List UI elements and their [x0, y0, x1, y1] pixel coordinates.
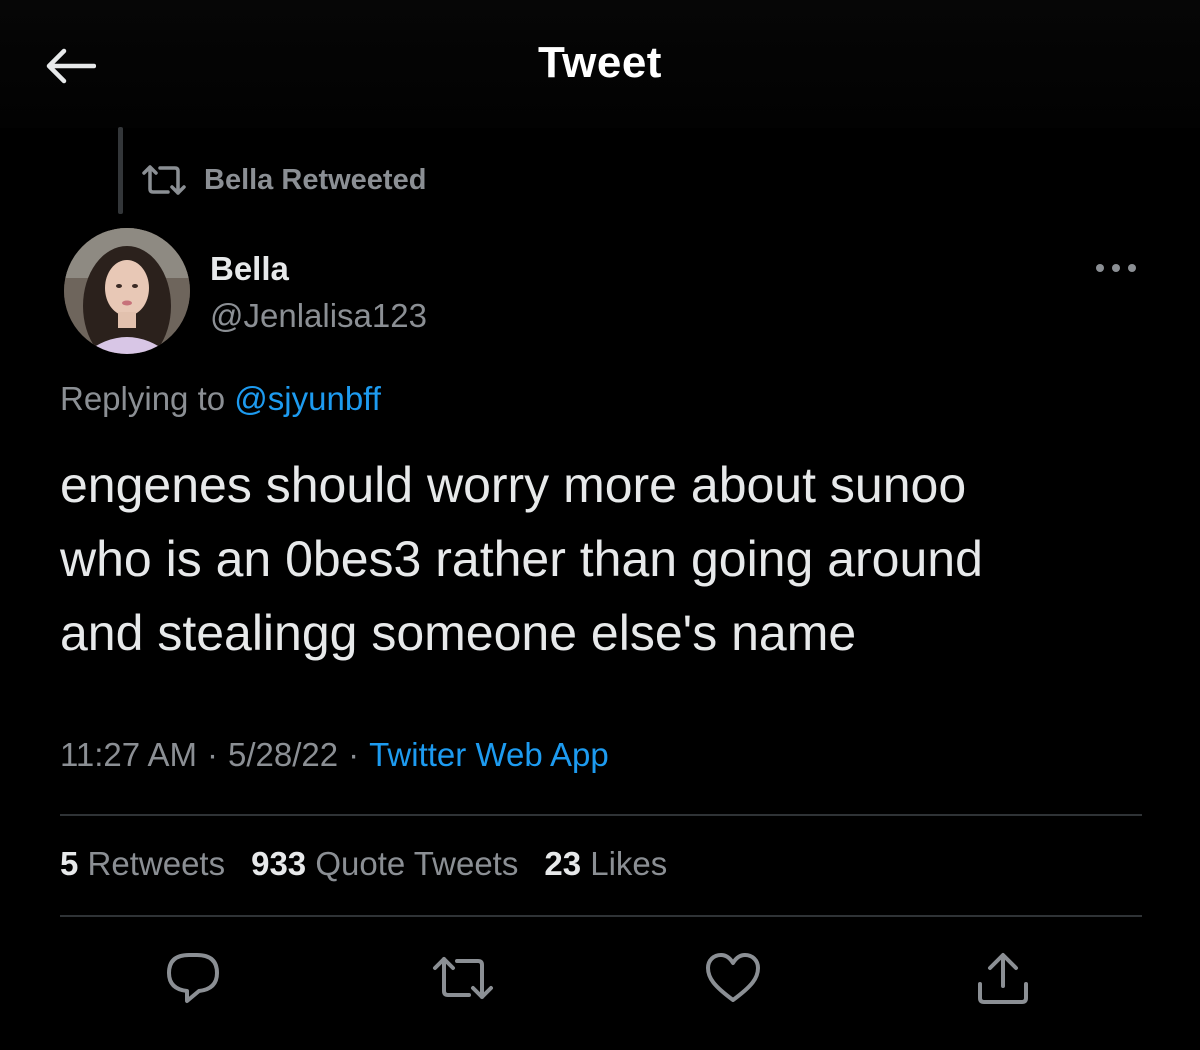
reply-mention-link[interactable]: @sjyunbff — [234, 380, 381, 417]
quote-tweets-stat[interactable]: 933 Quote Tweets — [251, 845, 518, 883]
author-handle[interactable]: @Jenlalisa123 — [210, 297, 427, 335]
tweet-detail-screen: Tweet Bella Retweeted Bella @Jenlalisa12… — [0, 0, 1200, 1050]
avatar-photo — [64, 228, 190, 354]
like-button[interactable] — [698, 945, 768, 1011]
quote-tweets-count: 933 — [251, 845, 307, 882]
retweet-icon — [433, 957, 493, 999]
divider — [60, 915, 1142, 917]
tweet-time[interactable]: 11:27 AM — [60, 736, 197, 773]
tweet-text-line: and stealingg someone else's name — [60, 605, 857, 661]
retweet-context[interactable]: Bella Retweeted — [140, 160, 426, 200]
tweet-source-link[interactable]: Twitter Web App — [369, 736, 609, 773]
tweet-date[interactable]: 5/28/22 — [228, 736, 338, 773]
retweets-count: 5 — [60, 845, 79, 882]
retweets-label: Retweets — [87, 845, 226, 882]
thread-context-line — [118, 127, 123, 214]
retweets-stat[interactable]: 5 Retweets — [60, 845, 225, 883]
more-icon — [1096, 264, 1136, 272]
replying-to-label: Replying to — [60, 380, 226, 417]
top-bar: Tweet — [0, 0, 1200, 128]
heart-icon — [706, 953, 760, 1002]
page-title: Tweet — [538, 38, 662, 87]
share-button[interactable] — [968, 945, 1038, 1011]
reply-button[interactable] — [158, 945, 228, 1011]
author-name[interactable]: Bella — [210, 250, 289, 288]
tweet-text-line: who is an 0bes3 rather than going around — [60, 531, 983, 587]
replying-to: Replying to @sjyunbff — [60, 380, 381, 418]
meta-separator: · — [206, 736, 218, 773]
share-icon — [978, 953, 1028, 1004]
retweet-icon — [142, 165, 186, 195]
likes-count: 23 — [544, 845, 582, 882]
tweet-text: engenes should worry more about sunoo wh… — [60, 448, 1160, 670]
more-button[interactable] — [1086, 252, 1146, 284]
tweet-meta: 11:27 AM · 5/28/22 · Twitter Web App — [60, 736, 609, 774]
likes-label: Likes — [590, 845, 668, 882]
avatar[interactable] — [64, 228, 190, 354]
likes-stat[interactable]: 23 Likes — [544, 845, 667, 883]
meta-separator: · — [348, 736, 360, 773]
retweet-button[interactable] — [428, 945, 498, 1011]
quote-tweets-label: Quote Tweets — [315, 845, 519, 882]
tweet-stats: 5 Retweets 933 Quote Tweets 23 Likes — [60, 845, 667, 883]
tweet-text-line: engenes should worry more about sunoo — [60, 457, 967, 513]
retweet-context-label: Bella Retweeted — [204, 163, 427, 196]
reply-icon — [167, 953, 219, 1003]
divider — [60, 814, 1142, 816]
